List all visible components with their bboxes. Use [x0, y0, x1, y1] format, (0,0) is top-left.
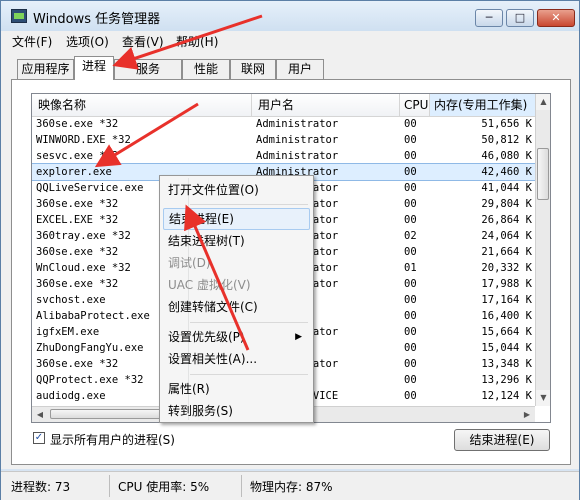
memory-cell: 41,044 K: [481, 182, 532, 194]
cpu-cell: 00: [404, 342, 417, 354]
memory-cell: 50,812 K: [481, 134, 532, 146]
memory-cell: 21,664 K: [481, 246, 532, 258]
menu-create-dump-file[interactable]: 创建转储文件(C): [163, 296, 310, 318]
tab-networking[interactable]: 联网: [230, 59, 276, 79]
table-row[interactable]: WINWORD.EXE *32 Administrator 00 50,812 K: [32, 132, 536, 148]
column-cpu[interactable]: CPU: [400, 94, 430, 116]
memory-cell: 13,296 K: [481, 374, 532, 386]
scroll-up-icon[interactable]: ▲: [536, 94, 550, 110]
cpu-cell: 00: [404, 214, 417, 226]
menu-set-affinity[interactable]: 设置相关性(A)...: [163, 348, 310, 370]
menu-go-to-service[interactable]: 转到服务(S): [163, 400, 310, 422]
scroll-thumb[interactable]: [537, 148, 549, 200]
memory-cell: 15,044 K: [481, 342, 532, 354]
vertical-scrollbar[interactable]: ▲ ▼: [535, 94, 550, 406]
status-process-count: 进程数: 73: [11, 480, 71, 494]
cpu-cell: 00: [404, 118, 417, 130]
context-menu: 打开文件位置(O) 结束进程(E) 结束进程树(T) 调试(D) UAC 虚拟化…: [159, 175, 314, 423]
memory-cell: 15,664 K: [481, 326, 532, 338]
menu-debug[interactable]: 调试(D): [163, 252, 310, 274]
column-image-name[interactable]: 映像名称: [32, 94, 252, 116]
table-row[interactable]: 360se.exe *32 Administrator 00 51,656 K: [32, 116, 536, 132]
list-header: 映像名称 用户名 CPU 内存(专用工作集): [32, 94, 536, 117]
close-button[interactable]: ✕: [537, 9, 575, 27]
status-physical-memory: 物理内存: 87%: [250, 480, 333, 494]
cpu-cell: 00: [404, 150, 417, 162]
show-all-users-label: 显示所有用户的进程(S): [50, 433, 175, 447]
memory-cell: 42,460 K: [481, 166, 532, 178]
menu-separator: [190, 374, 308, 375]
status-separator: [241, 475, 242, 497]
show-all-users-checkbox[interactable]: ✓: [33, 432, 45, 444]
memory-cell: 51,656 K: [481, 118, 532, 130]
menu-properties[interactable]: 属性(R): [163, 378, 310, 400]
memory-cell: 16,400 K: [481, 310, 532, 322]
title-bar[interactable]: Windows 任务管理器 ─ □ ✕: [1, 1, 579, 31]
menu-separator: [190, 322, 308, 323]
memory-cell: 13,348 K: [481, 358, 532, 370]
process-name-cell: WINWORD.EXE *32: [36, 134, 131, 146]
cpu-cell: 00: [404, 294, 417, 306]
menu-open-file-location[interactable]: 打开文件位置(O): [163, 179, 310, 201]
cpu-cell: 00: [404, 390, 417, 402]
menu-end-process-tree[interactable]: 结束进程树(T): [163, 230, 310, 252]
user-name-cell: Administrator: [256, 134, 339, 146]
memory-cell: 46,080 K: [481, 150, 532, 162]
status-bar: 进程数: 73 CPU 使用率: 5% 物理内存: 87%: [1, 471, 579, 500]
menu-set-priority[interactable]: 设置优先级(P) ▶: [163, 326, 310, 348]
memory-cell: 24,064 K: [481, 230, 532, 242]
memory-cell: 12,124 K: [481, 390, 532, 402]
scroll-down-icon[interactable]: ▼: [536, 390, 550, 406]
submenu-arrow-icon: ▶: [295, 332, 302, 342]
tab-processes[interactable]: 进程: [74, 56, 114, 80]
cpu-cell: 00: [404, 246, 417, 258]
table-row[interactable]: sesvc.exe *32 Administrator 00 46,080 K: [32, 148, 536, 164]
user-name-cell: Administrator: [256, 150, 339, 162]
status-separator: [109, 475, 110, 497]
menu-uac-virtualization[interactable]: UAC 虚拟化(V): [163, 274, 310, 296]
window-title: Windows 任务管理器: [33, 12, 161, 27]
cpu-cell: 00: [404, 182, 417, 194]
memory-cell: 20,332 K: [481, 262, 532, 274]
memory-cell: 29,804 K: [481, 198, 532, 210]
cpu-cell: 00: [404, 278, 417, 290]
menu-bar: 文件(F) 选项(O) 查看(V) 帮助(H): [1, 31, 579, 51]
tab-applications[interactable]: 应用程序: [17, 59, 74, 79]
tab-services[interactable]: 服务: [114, 59, 182, 79]
cpu-cell: 01: [404, 262, 417, 274]
menu-set-priority-label: 设置优先级(P): [168, 330, 245, 344]
cpu-cell: 02: [404, 230, 417, 242]
menu-separator: [190, 204, 308, 205]
menu-file[interactable]: 文件(F): [12, 33, 52, 50]
cpu-cell: 00: [404, 358, 417, 370]
cpu-cell: 00: [404, 198, 417, 210]
tab-users[interactable]: 用户: [276, 59, 324, 79]
process-name-cell: sesvc.exe *32: [36, 150, 119, 162]
menu-end-process[interactable]: 结束进程(E): [163, 208, 310, 230]
status-cpu-usage: CPU 使用率: 5%: [118, 480, 210, 494]
user-name-cell: Administrator: [256, 118, 339, 130]
tab-performance[interactable]: 性能: [182, 59, 230, 79]
column-memory[interactable]: 内存(专用工作集): [430, 94, 536, 116]
minimize-button[interactable]: ─: [475, 9, 503, 27]
column-user-name[interactable]: 用户名: [252, 94, 400, 116]
cpu-cell: 00: [404, 310, 417, 322]
cpu-cell: 00: [404, 326, 417, 338]
memory-cell: 17,988 K: [481, 278, 532, 290]
menu-options[interactable]: 选项(O): [66, 33, 109, 50]
cpu-cell: 00: [404, 374, 417, 386]
task-manager-icon: [11, 9, 27, 23]
menu-help[interactable]: 帮助(H): [176, 33, 218, 50]
process-name-cell: 360se.exe *32: [36, 118, 119, 130]
cpu-cell: 00: [404, 166, 417, 178]
menu-view[interactable]: 查看(V): [122, 33, 164, 50]
memory-cell: 17,164 K: [481, 294, 532, 306]
scroll-right-icon[interactable]: ▶: [519, 407, 535, 422]
end-process-button[interactable]: 结束进程(E): [454, 429, 550, 451]
memory-cell: 26,864 K: [481, 214, 532, 226]
scroll-left-icon[interactable]: ◀: [32, 407, 48, 422]
cpu-cell: 00: [404, 134, 417, 146]
maximize-button[interactable]: □: [506, 9, 534, 27]
